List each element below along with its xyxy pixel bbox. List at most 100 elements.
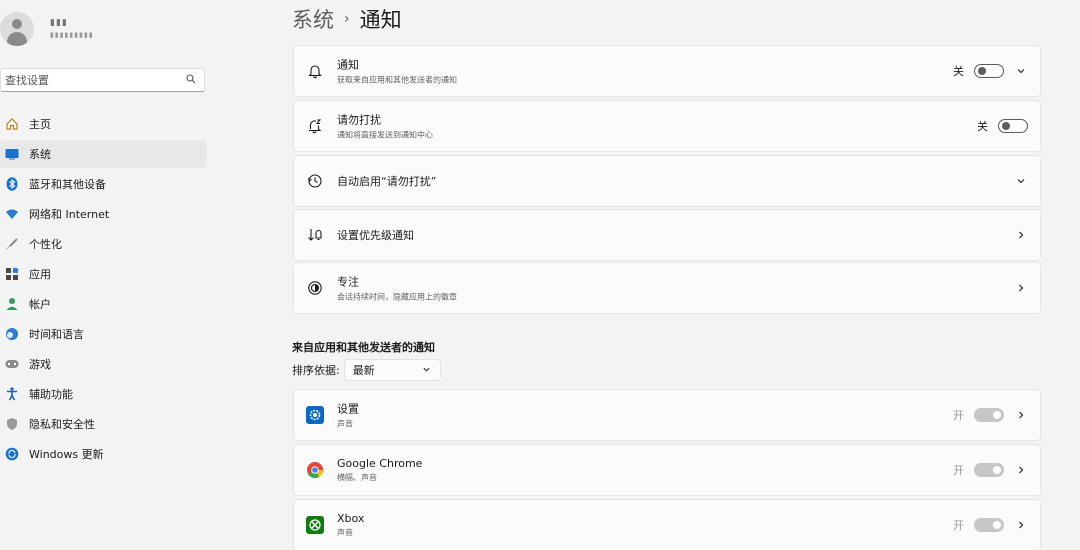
sidebar-item-label: 个性化 [29,238,62,251]
shield-icon [4,416,20,432]
focus-card[interactable]: 专注 会话持续时间，隐藏应用上的徽章 [293,262,1041,314]
sort-row: 排序依据: 最新 [292,359,441,381]
priority-notifications-title: 设置优先级通知 [337,229,414,242]
search-icon[interactable] [186,73,196,87]
notifications-subtitle: 获取来自应用和其他发送者的通知 [337,75,457,85]
chevron-right-icon[interactable] [1014,408,1028,422]
breadcrumb-parent[interactable]: 系统 [292,4,334,34]
do-not-disturb-state: 关 [977,120,988,133]
app-row-google-chrome[interactable]: Google Chrome 横幅、声音 开 [293,444,1041,496]
sidebar-item-label: 主页 [29,118,51,131]
sidebar-item-label: 应用 [29,268,51,281]
sidebar-item-accessibility[interactable]: 辅助功能 [0,380,207,408]
do-not-disturb-card[interactable]: 请勿打扰 通知将直接发送到通知中心 关 [293,100,1041,152]
xbox-icon [306,516,324,534]
app-subtitle: 声音 [337,528,353,537]
app-toggle[interactable] [974,463,1004,477]
sidebar-item-label: 蓝牙和其他设备 [29,178,106,191]
accessibility-icon [4,386,20,402]
notifications-title: 通知 [337,58,359,72]
account-icon [4,296,20,312]
sidebar-item-bluetooth[interactable]: 蓝牙和其他设备 [0,170,207,198]
sidebar-item-gaming[interactable]: 游戏 [0,350,207,378]
chevron-down-icon [422,364,431,377]
auto-do-not-disturb-card[interactable]: 自动启用“请勿打扰” [293,155,1041,207]
chevron-right-icon[interactable] [1014,281,1028,295]
sort-value: 最新 [352,364,375,377]
priority-notifications-card[interactable]: 设置优先级通知 [293,209,1041,261]
focus-subtitle: 会话持续时间，隐藏应用上的徽章 [337,292,457,302]
do-not-disturb-title: 请勿打扰 [337,113,381,127]
do-not-disturb-subtitle: 通知将直接发送到通知中心 [337,130,433,140]
update-icon [4,446,20,462]
focus-icon [306,279,324,297]
notifications-card[interactable]: 通知 获取来自应用和其他发送者的通知 关 [293,45,1041,97]
sidebar-item-label: 游戏 [29,358,51,371]
search-input[interactable] [5,73,186,87]
sidebar-item-personalization[interactable]: 个性化 [0,230,207,258]
sidebar-item-label: Windows 更新 [29,448,104,461]
app-subtitle: 横幅、声音 [337,473,377,482]
apps-icon [4,266,20,282]
settings-gear-icon [306,406,324,424]
sidebar: ▮▮▮ ▮▮▮▮▮▮▮▮▮ 主页 系统 蓝牙和其他设备 [0,0,215,550]
focus-title: 专注 [337,275,359,289]
search-box[interactable] [0,68,205,92]
sidebar-item-network[interactable]: 网络和 Internet [0,200,207,228]
sidebar-item-home[interactable]: 主页 [0,110,207,138]
sort-dropdown[interactable]: 最新 [343,359,441,381]
clock-icon [306,172,324,190]
sidebar-item-label: 隐私和安全性 [29,418,95,431]
sidebar-item-system[interactable]: 系统 [0,140,207,168]
profile-name: ▮▮▮ [50,18,68,28]
sidebar-item-label: 辅助功能 [29,388,73,401]
chevron-down-icon[interactable] [1014,64,1028,78]
bluetooth-icon [4,176,20,192]
gamepad-icon [4,356,20,372]
app-state: 开 [953,519,964,532]
priority-icon [306,226,324,244]
sidebar-item-label: 时间和语言 [29,328,84,341]
sort-label: 排序依据: [292,364,340,377]
sidebar-item-label: 系统 [29,148,51,161]
sidebar-item-privacy[interactable]: 隐私和安全性 [0,410,207,438]
chevron-down-icon[interactable] [1014,174,1028,188]
app-toggle[interactable] [974,408,1004,422]
bell-icon [306,62,324,80]
sidebar-item-apps[interactable]: 应用 [0,260,207,288]
app-name: 设置 [337,402,359,416]
page-title: 通知 [359,8,402,32]
chevron-right-icon[interactable] [1014,518,1028,532]
app-row-settings[interactable]: 设置 声音 开 [293,389,1041,441]
sidebar-nav: 主页 系统 蓝牙和其他设备 网络和 Internet 个性化 应用 帐户 时间和… [0,110,207,470]
breadcrumb-separator: › [344,11,350,27]
app-name: Google Chrome [337,457,423,470]
app-subtitle: 声音 [337,419,353,429]
sidebar-item-label: 网络和 Internet [29,208,110,221]
profile-subtitle: ▮▮▮▮▮▮▮▮▮ [50,31,94,39]
sidebar-item-time-language[interactable]: 时间和语言 [0,320,207,348]
auto-do-not-disturb-title: 自动启用“请勿打扰” [337,175,437,188]
breadcrumb: 系统 › 通知 [292,4,402,34]
globe-clock-icon [4,326,20,342]
wifi-icon [4,206,20,222]
avatar [0,12,34,46]
notifications-state: 关 [953,65,964,78]
sidebar-item-label: 帐户 [29,298,51,311]
bell-snooze-icon [306,117,324,135]
chrome-icon [306,461,324,479]
do-not-disturb-toggle[interactable] [998,119,1028,133]
sidebar-item-windows-update[interactable]: Windows 更新 [0,440,207,468]
sidebar-item-accounts[interactable]: 帐户 [0,290,207,318]
app-row-xbox[interactable]: Xbox 声音 开 [293,499,1041,550]
chevron-right-icon[interactable] [1014,228,1028,242]
app-state: 开 [953,409,964,422]
user-profile[interactable]: ▮▮▮ ▮▮▮▮▮▮▮▮▮ [0,8,210,48]
brush-icon [4,236,20,252]
chevron-right-icon[interactable] [1014,463,1028,477]
notifications-toggle[interactable] [974,64,1004,78]
apps-section-heading: 来自应用和其他发送者的通知 [292,341,435,354]
system-icon [4,146,20,162]
home-icon [4,116,20,132]
app-toggle[interactable] [974,518,1004,532]
